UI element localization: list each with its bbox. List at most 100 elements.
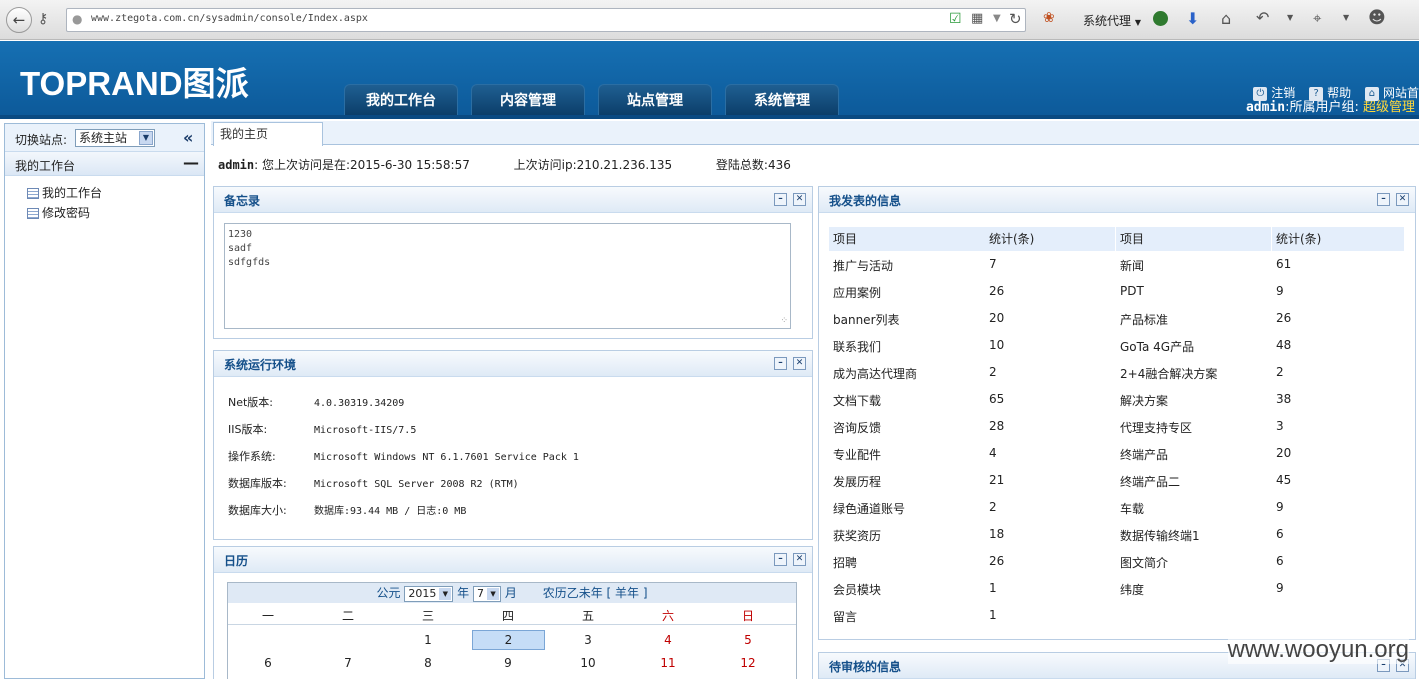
- month-select[interactable]: 7 ▼: [473, 585, 502, 602]
- addon-icon[interactable]: [1153, 11, 1168, 26]
- calendar-day[interactable]: 8: [388, 656, 468, 670]
- nav-tab-workbench[interactable]: 我的工作台: [344, 84, 458, 116]
- calendar-day[interactable]: 1: [388, 633, 468, 647]
- stat-count: 26: [1276, 311, 1292, 325]
- proxy-menu[interactable]: 系统代理 ▼: [1083, 12, 1141, 29]
- login-count: 登陆总数:436: [715, 158, 791, 172]
- key-icon[interactable]: ⚷: [38, 11, 48, 27]
- smiley-icon[interactable]: ☻: [1368, 8, 1386, 28]
- memo-line: sadf: [228, 243, 253, 254]
- weekday-label: 三: [421, 609, 434, 623]
- env-row: 数据库版本: Microsoft SQL Server 2008 R2 (RTM): [228, 475, 519, 491]
- chevron-down-icon: ▼: [139, 131, 153, 145]
- tab-strip: 我的主页: [211, 121, 1419, 146]
- stat-count: 9: [1276, 284, 1284, 298]
- chevron-down-icon[interactable]: ▼: [1287, 13, 1293, 22]
- year-select[interactable]: 2015 ▼: [404, 585, 454, 602]
- chevron-down-icon[interactable]: ▼: [1343, 13, 1349, 22]
- help-link[interactable]: 帮助: [1327, 86, 1351, 100]
- workbench-section-header[interactable]: 我的工作台 —: [5, 152, 204, 176]
- site-home-link[interactable]: 网站首: [1383, 86, 1419, 100]
- minimize-icon[interactable]: –: [774, 193, 787, 206]
- memo-line: sdfgfds: [228, 257, 271, 268]
- stat-count: 28: [989, 419, 1005, 433]
- undo-icon[interactable]: ↶: [1256, 8, 1269, 27]
- logout-link[interactable]: 注销: [1271, 86, 1295, 100]
- tab-home[interactable]: 我的主页: [213, 122, 323, 146]
- extension-icon[interactable]: ❀: [1043, 10, 1055, 26]
- close-icon[interactable]: ✕: [1396, 193, 1409, 206]
- memo-textarea[interactable]: 1230 sadf sdfgfds ⁘: [224, 223, 791, 329]
- chevron-down-icon: ▼: [1134, 18, 1141, 27]
- stat-item: 车载: [1120, 502, 1145, 516]
- calendar-day[interactable]: 3: [548, 633, 628, 647]
- stat-item: 新闻: [1120, 259, 1145, 273]
- weekday-label: 二: [341, 609, 354, 623]
- qr-icon[interactable]: ▦: [971, 11, 983, 26]
- site-switcher: 切换站点: 系统主站 ▼ «: [5, 124, 204, 152]
- month-value: 7: [477, 586, 485, 600]
- calendar-day[interactable]: 6: [228, 656, 308, 670]
- nav-tab-site[interactable]: 站点管理: [598, 84, 712, 116]
- address-bar[interactable]: ● www.ztegota.com.cn/sysadmin/console/In…: [66, 8, 1026, 32]
- stat-count: 1: [989, 608, 997, 622]
- env-row: 数据库大小: 数据库:93.44 MB / 日志:0 MB: [228, 502, 466, 518]
- sidebar-item-workbench[interactable]: 我的工作台: [27, 184, 102, 201]
- env-key: IIS版本:: [228, 423, 268, 436]
- month-unit: 月: [504, 586, 517, 600]
- calendar-day[interactable]: 12: [708, 656, 788, 670]
- env-value: 4.0.30319.34209: [314, 398, 405, 409]
- stat-count: 48: [1276, 338, 1292, 352]
- dropdown-icon[interactable]: ▼: [993, 13, 1001, 24]
- panel-title: 备忘录: [224, 194, 261, 208]
- minimize-icon[interactable]: –: [1377, 193, 1390, 206]
- stat-count: 9: [1276, 500, 1284, 514]
- calendar-day[interactable]: 4: [628, 633, 708, 647]
- stat-item: 推广与活动: [833, 259, 894, 273]
- minus-icon[interactable]: —: [183, 153, 199, 172]
- nav-tab-system[interactable]: 系统管理: [725, 84, 839, 116]
- weekday-label: 四: [501, 609, 514, 623]
- sidebar-item-change-password[interactable]: 修改密码: [27, 204, 90, 221]
- stat-item: 联系我们: [833, 340, 882, 354]
- nav-tab-content[interactable]: 内容管理: [471, 84, 585, 116]
- env-value: Microsoft SQL Server 2008 R2 (RTM): [314, 479, 519, 490]
- panel-title: 日历: [224, 554, 249, 568]
- calendar-day[interactable]: 10: [548, 656, 628, 670]
- site-select[interactable]: 系统主站 ▼: [75, 129, 155, 147]
- chevron-down-icon: ▼: [439, 587, 452, 600]
- stat-count: 65: [989, 392, 1005, 406]
- stat-count: 9: [1276, 581, 1284, 595]
- refresh-icon[interactable]: ↻: [1009, 10, 1022, 28]
- back-icon[interactable]: ←: [6, 7, 32, 33]
- close-icon[interactable]: ✕: [793, 553, 806, 566]
- close-icon[interactable]: ✕: [793, 193, 806, 206]
- lunar-year: 农历乙未年 [ 羊年 ]: [542, 586, 648, 600]
- home-icon[interactable]: ⌂: [1221, 9, 1231, 28]
- stat-count: 20: [1276, 446, 1292, 460]
- close-icon[interactable]: ✕: [793, 357, 806, 370]
- minimize-icon[interactable]: –: [774, 357, 787, 370]
- download-icon[interactable]: ⬇: [1186, 9, 1199, 28]
- watermark: www.wooyun.org: [1227, 636, 1409, 664]
- calendar-day[interactable]: 9: [468, 656, 548, 670]
- info-username: admin: [218, 158, 255, 172]
- stat-item: 数据传输终端1: [1120, 529, 1200, 543]
- calendar-day[interactable]: 7: [308, 656, 388, 670]
- calendar-day[interactable]: 5: [708, 633, 788, 647]
- calendar-day-today[interactable]: 2: [472, 630, 545, 650]
- shield-icon[interactable]: ☑: [949, 11, 962, 27]
- minimize-icon[interactable]: –: [774, 553, 787, 566]
- crop-icon[interactable]: ⌖: [1313, 9, 1321, 27]
- stat-item: 终端产品: [1120, 448, 1169, 462]
- resize-handle-icon[interactable]: ⁘: [780, 314, 788, 328]
- stat-item: 招聘: [833, 556, 858, 570]
- last-visit-time: : 您上次访问是在:2015-6-30 15:58:57: [254, 158, 470, 172]
- stat-count: 18: [989, 527, 1005, 541]
- stat-item: 纬度: [1120, 583, 1145, 597]
- column-header: 项目: [829, 227, 985, 251]
- collapse-sidebar-icon[interactable]: «: [183, 128, 193, 147]
- home-icon: ⌂: [1364, 86, 1379, 101]
- calendar-day[interactable]: 11: [628, 656, 708, 670]
- stat-item: 咨询反馈: [833, 421, 882, 435]
